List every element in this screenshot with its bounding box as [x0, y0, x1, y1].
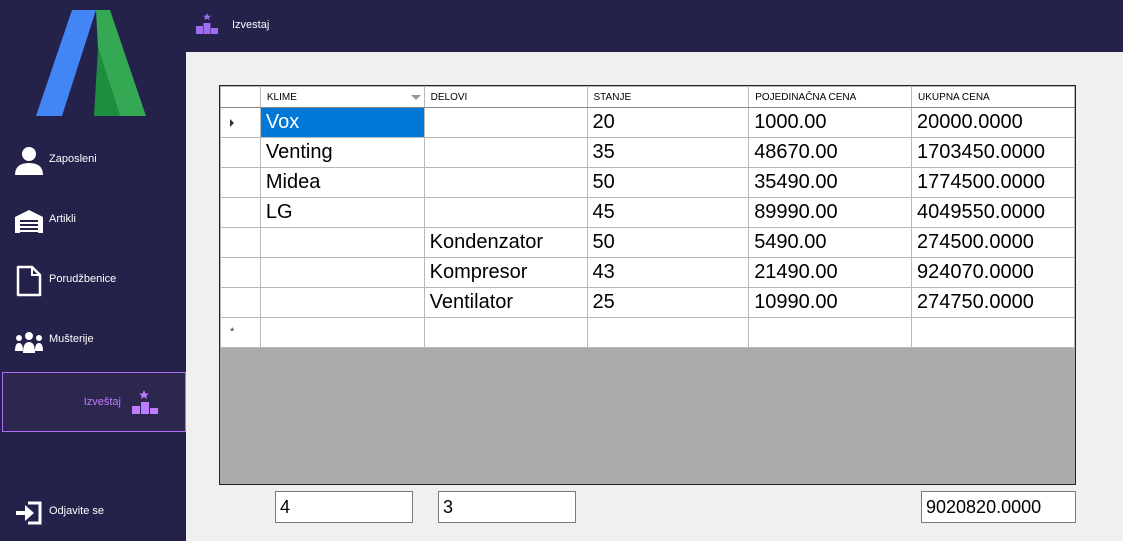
- table-cell[interactable]: 1774500.0000: [911, 167, 1075, 198]
- table-cell[interactable]: 35490.00: [748, 167, 913, 198]
- delovi-count-field[interactable]: 3: [438, 491, 576, 523]
- table-cell[interactable]: 274500.0000: [911, 227, 1075, 258]
- row-header[interactable]: [220, 257, 261, 288]
- table-cell[interactable]: 25: [586, 287, 750, 318]
- total-sum-field[interactable]: 9020820.0000: [921, 491, 1076, 523]
- grid-table: KLIME DELOVI STANJE POJEDINAČNA CENA UKU…: [220, 86, 1075, 348]
- document-icon: [16, 265, 42, 297]
- row-header[interactable]: [220, 197, 261, 228]
- column-header-ukupna-cena[interactable]: UKUPNA CENA: [911, 86, 1075, 108]
- row-header-corner: [220, 86, 261, 108]
- new-row[interactable]: *: [220, 317, 1075, 348]
- table-cell[interactable]: 45: [586, 197, 750, 228]
- table-row[interactable]: Vox 20 1000.00 20000.0000: [220, 107, 1075, 138]
- dropdown-arrow-icon[interactable]: [410, 95, 421, 100]
- table-cell[interactable]: [748, 317, 913, 348]
- table-cell[interactable]: [259, 287, 425, 318]
- table-cell[interactable]: 10990.00: [748, 287, 913, 318]
- table-cell[interactable]: LG: [259, 197, 425, 228]
- sidebar-item-label: Izveštaj: [83, 396, 121, 408]
- sidebar-item-izvestaj[interactable]: Izveštaj: [2, 372, 186, 432]
- table-cell[interactable]: [423, 137, 588, 168]
- table-row[interactable]: Midea 50 35490.00 1774500.0000: [220, 167, 1075, 198]
- current-row-arrow-icon: [230, 119, 234, 127]
- table-cell[interactable]: [911, 317, 1075, 348]
- sidebar-item-label: Mušterije: [49, 333, 94, 345]
- table-row[interactable]: Ventilator 25 10990.00 274750.0000: [220, 287, 1075, 318]
- row-header[interactable]: [220, 227, 261, 258]
- table-cell[interactable]: 4049550.0000: [911, 197, 1075, 228]
- table-cell[interactable]: [423, 167, 588, 198]
- table-cell[interactable]: 50: [586, 227, 750, 258]
- row-header[interactable]: [220, 287, 261, 318]
- row-header[interactable]: *: [220, 317, 261, 348]
- header-row: KLIME DELOVI STANJE POJEDINAČNA CENA UKU…: [220, 86, 1075, 108]
- page-title: Izvestaj: [232, 19, 270, 31]
- table-cell[interactable]: [423, 197, 588, 228]
- klime-count-field[interactable]: 4: [275, 491, 413, 523]
- sidebar: Zaposleni Artikli Porudžbenice Mušterije: [0, 0, 186, 541]
- table-cell[interactable]: 274750.0000: [911, 287, 1075, 318]
- warehouse-icon: [15, 210, 43, 233]
- row-header[interactable]: [220, 107, 261, 138]
- column-header-klime[interactable]: KLIME: [259, 86, 425, 108]
- row-header[interactable]: [220, 167, 261, 198]
- sidebar-item-porudzbenice[interactable]: Porudžbenice: [0, 251, 186, 311]
- sidebar-item-label: Porudžbenice: [49, 273, 117, 285]
- sidebar-item-label: Odjavite se: [49, 505, 105, 517]
- table-cell[interactable]: Kondenzator: [423, 227, 588, 258]
- table-row[interactable]: Kompresor 43 21490.00 924070.0000: [220, 257, 1075, 288]
- sidebar-item-musterije[interactable]: Mušterije: [0, 311, 186, 371]
- column-header-delovi[interactable]: DELOVI: [423, 86, 588, 108]
- table-cell[interactable]: Ventilator: [423, 287, 588, 318]
- person-icon: [15, 147, 43, 175]
- table-cell[interactable]: 20000.0000: [911, 107, 1075, 138]
- app-logo: [36, 10, 146, 116]
- sidebar-item-zaposleni[interactable]: Zaposleni: [0, 131, 186, 191]
- table-cell[interactable]: [586, 317, 750, 348]
- table-cell[interactable]: Kompresor: [423, 257, 588, 288]
- header: Izvestaj: [186, 0, 1123, 52]
- sidebar-item-artikli[interactable]: Artikli: [0, 191, 186, 251]
- table-cell[interactable]: Venting: [259, 137, 425, 168]
- table-cell[interactable]: 5490.00: [748, 227, 913, 258]
- column-header-pojedinacna-cena[interactable]: POJEDINAČNA CENA: [748, 86, 913, 108]
- table-cell[interactable]: 50: [586, 167, 750, 198]
- table-cell[interactable]: [259, 227, 425, 258]
- logout-icon: [16, 501, 42, 525]
- table-cell[interactable]: 89990.00: [748, 197, 913, 228]
- table-cell[interactable]: 35: [586, 137, 750, 168]
- table-cell[interactable]: [259, 317, 425, 348]
- sidebar-item-label: Artikli: [49, 213, 76, 225]
- table-row[interactable]: Venting 35 48670.00 1703450.0000: [220, 137, 1075, 168]
- row-header[interactable]: [220, 137, 261, 168]
- podium-icon: [132, 390, 158, 414]
- table-cell[interactable]: Midea: [259, 167, 425, 198]
- table-cell[interactable]: 43: [586, 257, 750, 288]
- podium-icon: [196, 13, 218, 34]
- table-cell[interactable]: 1000.00: [748, 107, 913, 138]
- table-cell[interactable]: 1703450.0000: [911, 137, 1075, 168]
- new-row-marker: *: [230, 326, 235, 338]
- table-cell[interactable]: 20: [586, 107, 750, 138]
- sidebar-item-odjavite-se[interactable]: Odjavite se: [0, 483, 186, 541]
- data-grid[interactable]: KLIME DELOVI STANJE POJEDINAČNA CENA UKU…: [219, 85, 1076, 485]
- sidebar-item-label: Zaposleni: [49, 153, 97, 165]
- table-cell[interactable]: 48670.00: [748, 137, 913, 168]
- group-icon: [15, 332, 43, 353]
- table-row[interactable]: Kondenzator 50 5490.00 274500.0000: [220, 227, 1075, 258]
- table-row[interactable]: LG 45 89990.00 4049550.0000: [220, 197, 1075, 228]
- table-cell[interactable]: [259, 257, 425, 288]
- table-cell[interactable]: [423, 317, 588, 348]
- table-cell[interactable]: Vox: [259, 107, 425, 138]
- table-cell[interactable]: [423, 107, 588, 138]
- table-cell[interactable]: 21490.00: [748, 257, 913, 288]
- table-cell[interactable]: 924070.0000: [911, 257, 1075, 288]
- column-header-label: KLIME: [266, 91, 297, 103]
- column-header-stanje[interactable]: STANJE: [586, 86, 750, 108]
